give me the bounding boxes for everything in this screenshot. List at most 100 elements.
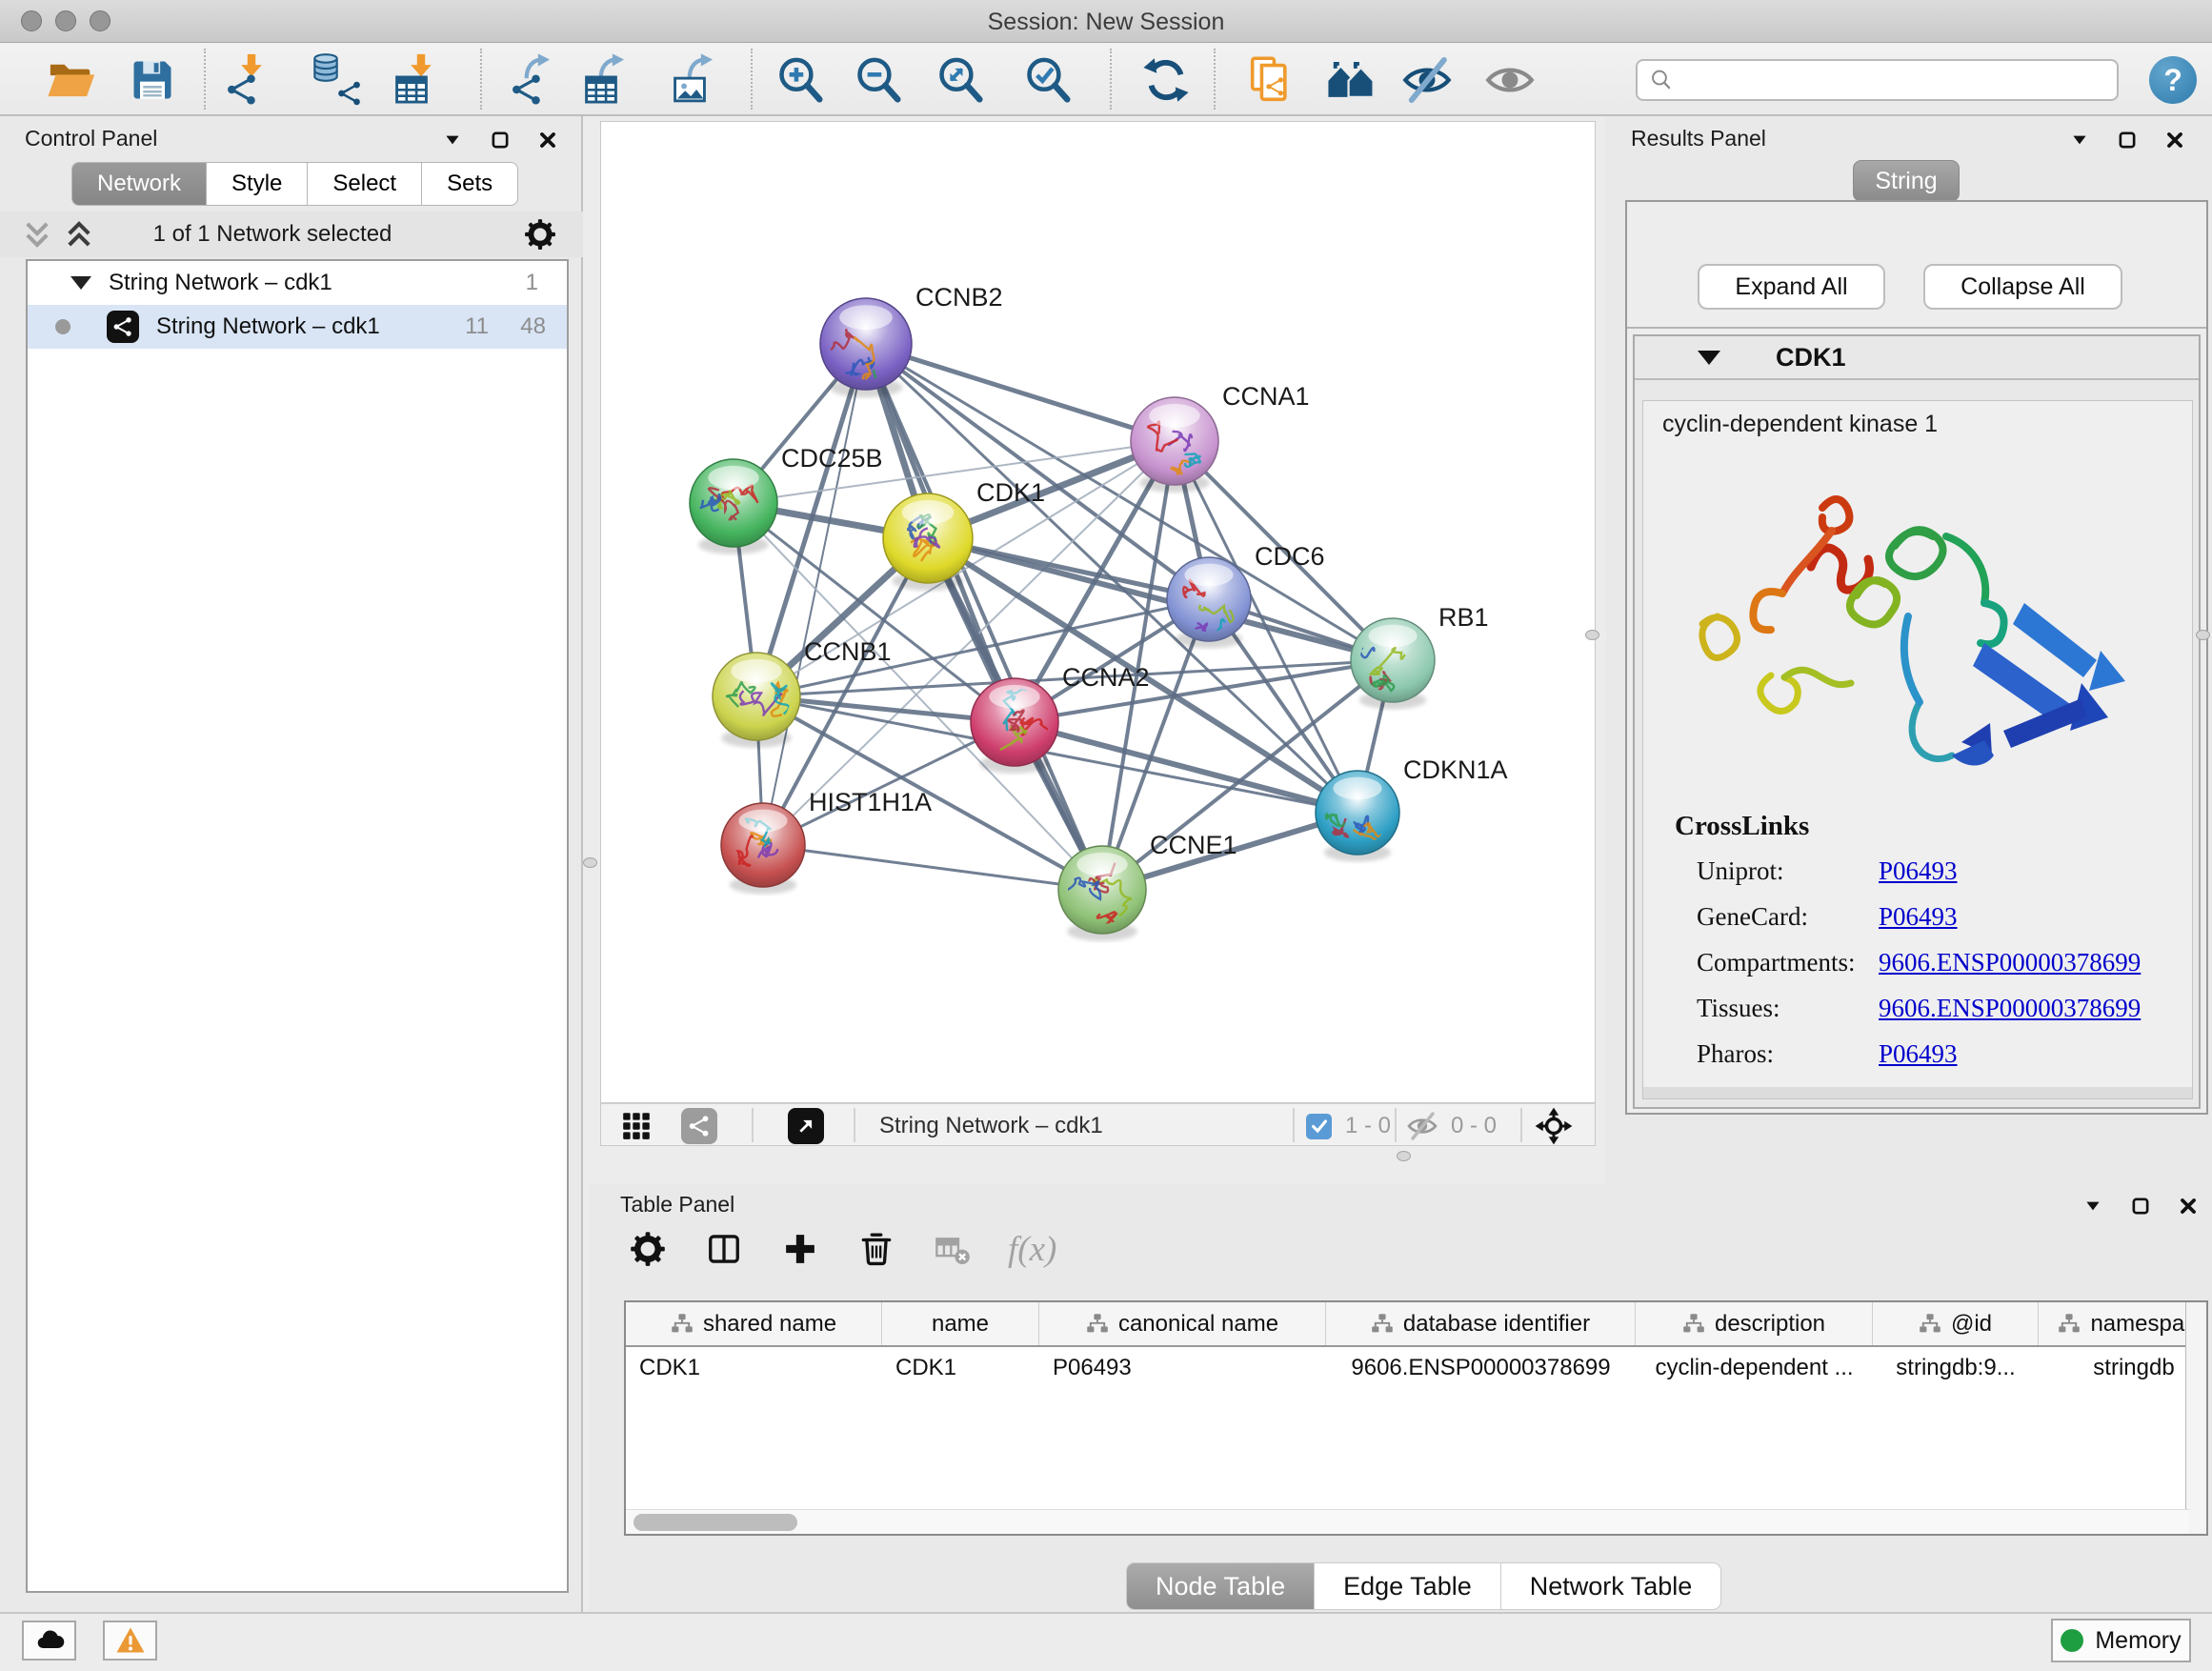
export-image-button[interactable]: [672, 52, 727, 108]
horizontal-scrollbar[interactable]: [626, 1509, 2189, 1534]
cloud-tasks-button[interactable]: [22, 1621, 76, 1661]
panel-float-icon[interactable]: [2128, 1194, 2153, 1218]
open-in-browser-button[interactable]: [788, 1108, 824, 1144]
protein-section-header[interactable]: CDK1: [1635, 336, 2199, 380]
network-row[interactable]: String Network – cdk1 11 48: [28, 305, 567, 349]
import-network-from-database-button[interactable]: [307, 52, 362, 108]
panel-menu-icon[interactable]: [2067, 128, 2092, 152]
node-label-CDK1: CDK1: [976, 478, 1045, 507]
show-columns-icon[interactable]: [703, 1228, 745, 1270]
panel-close-icon[interactable]: [2162, 128, 2187, 152]
search-input[interactable]: [1681, 67, 2117, 93]
cell-shared-name[interactable]: CDK1: [626, 1347, 882, 1388]
birds-eye-view-button[interactable]: [1535, 1108, 1573, 1144]
cell-name[interactable]: CDK1: [882, 1347, 1039, 1388]
tab-select[interactable]: Select: [308, 162, 422, 206]
import-network-from-file-button[interactable]: [224, 52, 279, 108]
create-column-icon[interactable]: [779, 1228, 821, 1270]
splitter-handle[interactable]: [2196, 630, 2210, 640]
zoom-selected-button[interactable]: [1020, 52, 1076, 108]
crosslink-link-genecard[interactable]: P06493: [1879, 902, 1958, 932]
tab-sets[interactable]: Sets: [422, 162, 518, 206]
network-options-gear-icon[interactable]: [524, 218, 556, 251]
column-header-canonical-name[interactable]: canonical name: [1039, 1302, 1326, 1345]
apply-style-button[interactable]: [1138, 52, 1194, 108]
splitter-handle[interactable]: [1585, 630, 1599, 640]
memory-button[interactable]: Memory: [2051, 1619, 2191, 1662]
table-row[interactable]: CDK1CDK1P064939606.ENSP00000378699cyclin…: [626, 1347, 2208, 1388]
open-session-button[interactable]: [43, 52, 98, 108]
splitter-handle[interactable]: [583, 857, 597, 868]
crosslink-link-compartments[interactable]: 9606.ENSP00000378699: [1879, 948, 2141, 977]
crosslink-link-uniprot[interactable]: P06493: [1879, 856, 1958, 886]
tab-string[interactable]: String: [1853, 160, 1960, 202]
delete-column-icon[interactable]: [855, 1228, 897, 1270]
warnings-button[interactable]: [103, 1621, 157, 1661]
protein-section: CDK1 cyclin-dependent kinase 1: [1633, 334, 2201, 1109]
delete-table-icon: [932, 1228, 974, 1270]
column-header-id[interactable]: @id: [1873, 1302, 2039, 1345]
network-node-CDC25B[interactable]: [690, 459, 777, 547]
column-header-description[interactable]: description: [1636, 1302, 1873, 1345]
save-session-button[interactable]: [125, 52, 180, 108]
selected-checkbox[interactable]: [1306, 1108, 1332, 1144]
tab-node-table[interactable]: Node Table: [1126, 1562, 1315, 1610]
scrollbar-strip[interactable]: [1643, 1087, 2192, 1098]
scrollbar-thumb[interactable]: [633, 1514, 797, 1531]
panel-menu-icon[interactable]: [440, 128, 465, 152]
crosslink-link-pharos[interactable]: P06493: [1879, 1039, 1958, 1069]
network-node-CCNB1[interactable]: [713, 653, 800, 740]
tab-style[interactable]: Style: [207, 162, 308, 206]
collapse-section-icon[interactable]: [1698, 351, 1720, 365]
network-node-CDK1[interactable]: [883, 493, 973, 583]
network-node-HIST1H1A[interactable]: [721, 803, 805, 887]
network-view-canvas[interactable]: CCNB2CCNA1CDC25BCDK1CDC6RB1CCNB1CCNA2CDK…: [600, 121, 1596, 1103]
grid-view-button[interactable]: [620, 1108, 653, 1144]
hidden-eye-icon[interactable]: [1407, 1108, 1438, 1144]
export-network-button[interactable]: [509, 52, 564, 108]
column-header-namespace[interactable]: namespace: [2039, 1302, 2208, 1345]
crosslink-link-tissues[interactable]: 9606.ENSP00000378699: [1879, 994, 2141, 1023]
panel-menu-icon[interactable]: [2081, 1194, 2105, 1218]
first-neighbors-button[interactable]: [1323, 52, 1378, 108]
network-node-CCNA1[interactable]: [1131, 397, 1218, 485]
cell-canonical-name[interactable]: P06493: [1039, 1347, 1326, 1388]
node-label-CCNA1: CCNA1: [1222, 382, 1310, 411]
hierarchy-icon: [671, 1313, 694, 1336]
show-all-button[interactable]: [1482, 52, 1538, 108]
help-button[interactable]: ?: [2149, 56, 2197, 104]
tab-edge-table[interactable]: Edge Table: [1315, 1562, 1501, 1610]
network-node-CCNE1[interactable]: [1058, 846, 1146, 934]
network-share-button[interactable]: [681, 1108, 717, 1144]
column-header-database-identifier[interactable]: database identifier: [1326, 1302, 1636, 1345]
zoom-out-button[interactable]: [851, 52, 906, 108]
new-network-from-selection-button[interactable]: [1244, 52, 1299, 108]
network-collection-row[interactable]: String Network – cdk1 1: [28, 261, 567, 305]
zoom-fit-button[interactable]: [933, 52, 988, 108]
panel-close-icon[interactable]: [535, 128, 560, 152]
network-edge-HIST1H1A-CCNE1[interactable]: [763, 845, 1102, 890]
network-node-CDKN1A[interactable]: [1308, 771, 1400, 855]
cell-description[interactable]: cyclin-dependent ...: [1636, 1347, 1873, 1388]
panel-close-icon[interactable]: [2176, 1194, 2201, 1218]
expand-all-button[interactable]: Expand All: [1698, 264, 1885, 310]
panel-float-icon[interactable]: [488, 128, 513, 152]
cell-id[interactable]: stringdb:9...: [1873, 1347, 2039, 1388]
table-options-gear-icon[interactable]: [627, 1228, 669, 1270]
splitter-handle[interactable]: [1397, 1151, 1411, 1161]
zoom-in-button[interactable]: [773, 52, 828, 108]
cell-database-identifier[interactable]: 9606.ENSP00000378699: [1326, 1347, 1636, 1388]
hide-selected-button[interactable]: [1399, 52, 1455, 108]
import-table-from-file-button[interactable]: [393, 52, 449, 108]
panel-float-icon[interactable]: [2115, 128, 2140, 152]
tab-network-table[interactable]: Network Table: [1501, 1562, 1722, 1610]
tab-network[interactable]: Network: [71, 162, 207, 206]
column-header-shared-name[interactable]: shared name: [626, 1302, 882, 1345]
cell-namespace[interactable]: stringdb: [2039, 1347, 2208, 1388]
vertical-scrollbar[interactable]: [2185, 1302, 2206, 1534]
export-table-button[interactable]: [583, 52, 638, 108]
column-header-name[interactable]: name: [882, 1302, 1039, 1345]
network-edge-CCNB2-CCNA1[interactable]: [866, 344, 1175, 441]
collapse-all-button[interactable]: Collapse All: [1923, 264, 2122, 310]
collection-expand-icon[interactable]: [70, 276, 91, 290]
